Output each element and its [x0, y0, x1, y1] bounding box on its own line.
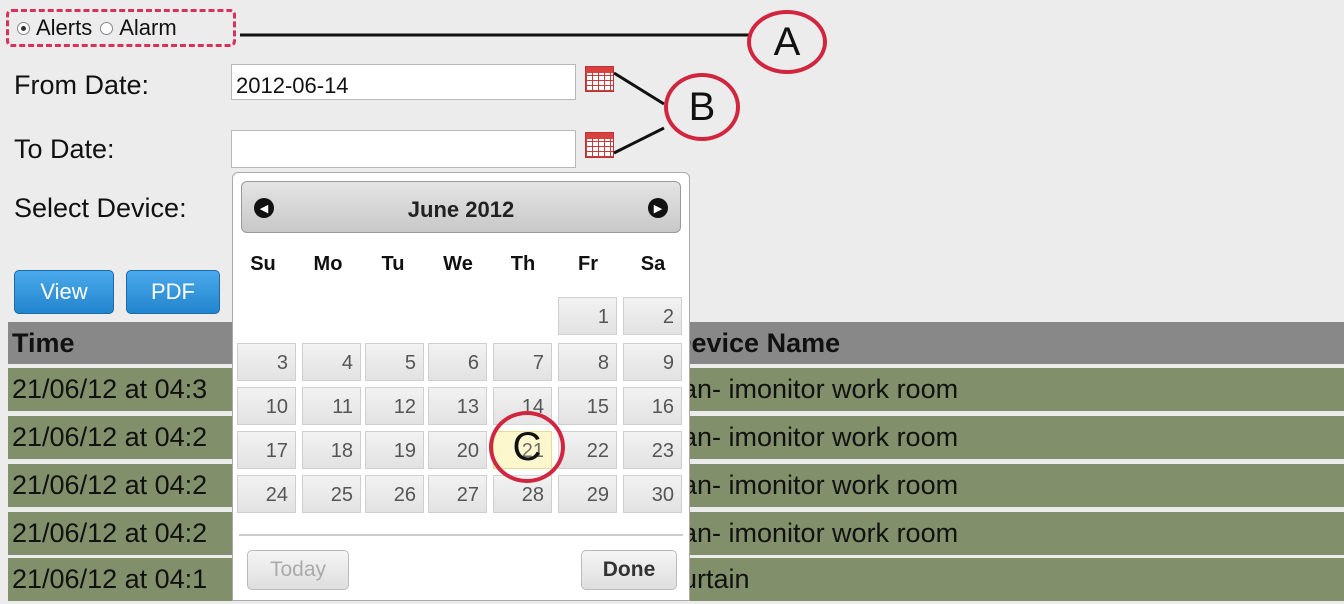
callout-a: A	[747, 10, 827, 74]
callout-c: C	[489, 411, 565, 483]
callout-b: B	[664, 73, 740, 141]
